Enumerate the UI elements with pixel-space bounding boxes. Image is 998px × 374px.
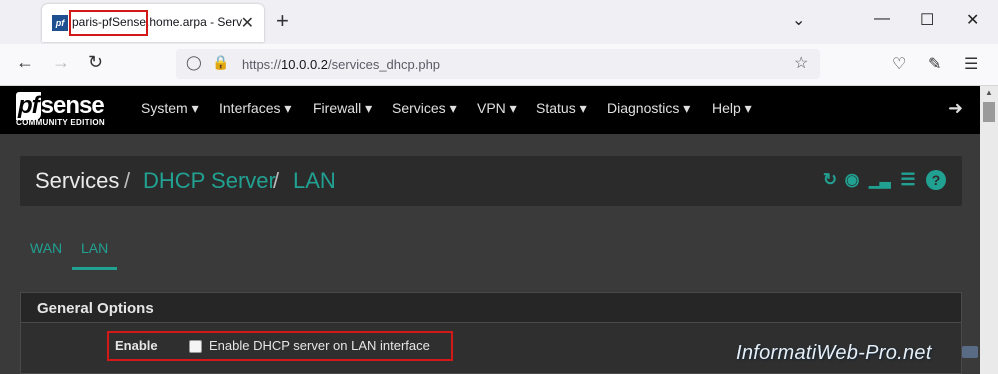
forward-icon[interactable]: → [52,52,70,73]
browser-tabstrip: pf paris-pfSense.home.arpa - Servi ✕ + ⌄… [0,0,998,44]
laptop-icon [962,346,978,358]
list-icon[interactable]: ☰ [898,170,918,190]
new-tab-button[interactable]: + [276,8,289,34]
restart-icon[interactable]: ↻ [820,170,840,190]
browser-navbar: ← → ↻ ◯ 🔒 https://10.0.0.2/services_dhcp… [0,44,998,86]
logout-icon[interactable]: ➜ [948,98,963,119]
stop-icon[interactable]: ◉ [842,170,862,190]
list-tabs-icon[interactable]: ⌄ [792,10,805,30]
bookmark-star-icon[interactable]: ☆ [794,53,808,73]
url-scheme: https:// [242,57,282,72]
tab-wan[interactable]: WAN [30,240,62,256]
tab-title-highlight [69,10,148,36]
close-tab-icon[interactable]: ✕ [241,13,254,33]
menu-status[interactable]: Status ▾ [536,100,587,117]
lock-icon[interactable]: 🔒 [212,54,229,71]
panel-header: General Options [21,293,961,323]
breadcrumb-services: Services [35,168,120,193]
url-text[interactable]: https://10.0.0.2/services_dhcp.php [242,57,440,72]
extensions-icon[interactable]: ✎ [928,54,941,74]
watermark: InformatiWeb-Pro.net [736,342,932,364]
logo-sense: sense [40,92,105,119]
tab-lan[interactable]: LAN [81,240,108,256]
page-scrollbar[interactable]: ▲ [980,86,998,374]
menu-interfaces[interactable]: Interfaces ▾ [219,100,291,117]
menu-help[interactable]: Help ▾ [712,100,752,117]
minimize-icon[interactable]: — [874,10,890,28]
pfsense-favicon-icon: pf [52,15,68,31]
enable-dhcp-checkbox[interactable] [189,340,202,353]
menu-services[interactable]: Services ▾ [392,100,457,117]
url-path: /services_dhcp.php [328,57,441,72]
shield-icon[interactable]: ◯ [186,54,202,71]
back-icon[interactable]: ← [16,52,34,73]
pocket-icon[interactable]: ♡ [892,54,906,74]
url-bar[interactable]: ◯ 🔒 https://10.0.0.2/services_dhcp.php ☆ [176,49,820,79]
menu-vpn[interactable]: VPN ▾ [477,100,517,117]
menu-icon[interactable]: ☰ [964,54,978,74]
logo-subtitle: COMMUNITY EDITION [16,118,105,127]
panel-title: General Options [37,300,154,317]
close-window-icon[interactable]: ✕ [966,10,979,30]
breadcrumb-separator: / [124,168,131,193]
url-host: 10.0.0.2 [281,57,329,72]
help-icon[interactable]: ? [926,170,946,190]
menu-firewall[interactable]: Firewall ▾ [313,100,372,117]
breadcrumb-separator: / [273,168,280,193]
scroll-thumb[interactable] [983,102,995,122]
scroll-up-icon[interactable]: ▲ [980,86,998,100]
chart-icon[interactable]: ▁▃ [869,170,891,190]
reload-icon[interactable]: ↻ [88,52,103,73]
breadcrumb-dhcp-server[interactable]: DHCP Server [143,168,276,194]
main-content: Services / DHCP Server / LAN ↻ ◉ ▁▃ ☰ ? … [0,134,980,374]
enable-dhcp-checkbox-label[interactable]: Enable DHCP server on LAN interface [209,338,430,353]
pfsense-navbar: pfsense COMMUNITY EDITION System ▾ Inter… [0,86,980,134]
enable-label: Enable [115,338,158,353]
tab-lan-active-indicator [72,267,117,270]
logo-pf: pf [16,92,41,120]
menu-diagnostics[interactable]: Diagnostics ▾ [607,100,690,117]
menu-system[interactable]: System ▾ [141,100,199,117]
breadcrumb-lan[interactable]: LAN [293,168,336,194]
breadcrumb: Services / DHCP Server / LAN ↻ ◉ ▁▃ ☰ ? [20,156,962,206]
browser-tab[interactable]: pf paris-pfSense.home.arpa - Servi ✕ [42,4,264,42]
pfsense-logo[interactable]: pfsense COMMUNITY EDITION [16,92,124,132]
maximize-icon[interactable]: ☐ [920,10,934,30]
